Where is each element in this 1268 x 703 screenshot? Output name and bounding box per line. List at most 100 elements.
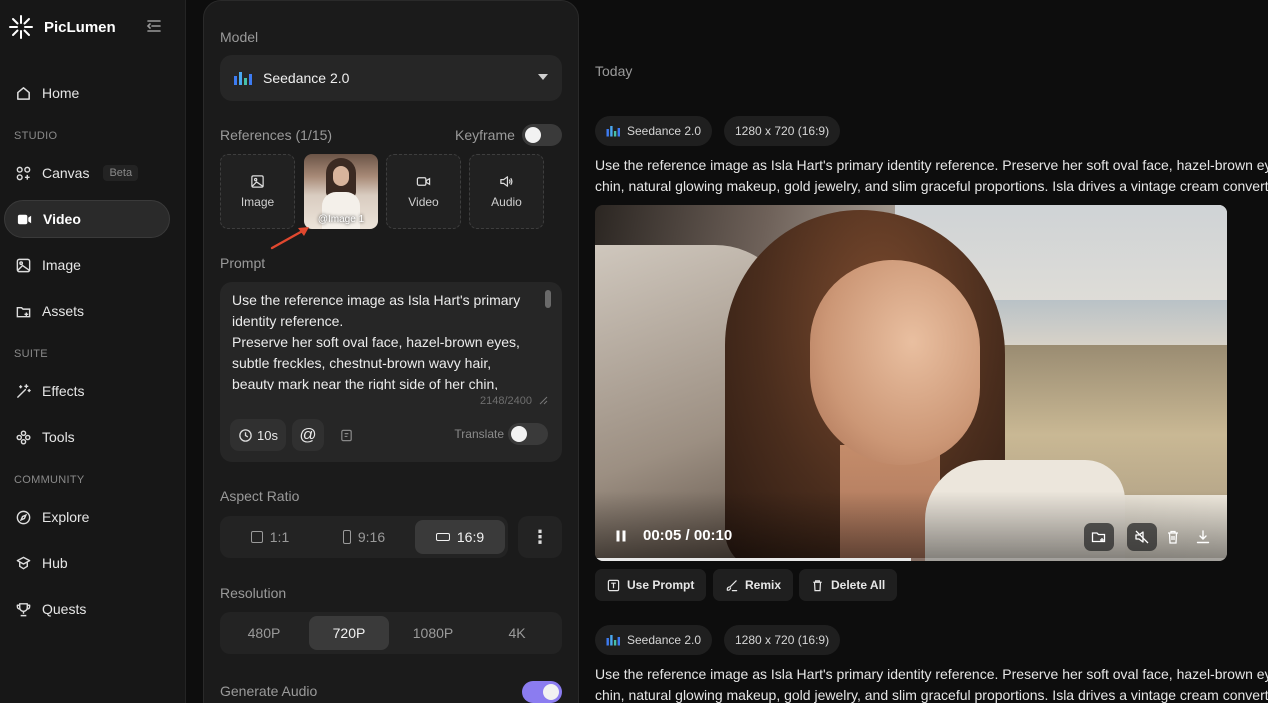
prompt-line: Use the reference image as Isla Hart's p… [595, 157, 1268, 173]
translate-toggle[interactable] [508, 423, 548, 445]
prompt-char-counter: 2148/2400 [480, 395, 532, 407]
toggle-knob [511, 426, 527, 442]
canvas-icon [16, 166, 31, 180]
seedance-logo-icon [234, 72, 252, 85]
tile-label: Audio [491, 195, 522, 209]
more-aspect-options-button[interactable]: ⋮ [518, 516, 562, 558]
trash-icon [1168, 530, 1178, 544]
resolution-option-480p[interactable]: 480P [224, 616, 304, 650]
resolution-option-4k[interactable]: 4K [477, 616, 557, 650]
sidebar-item-assets[interactable]: Assets [4, 292, 170, 330]
section-community: COMMUNITY [14, 474, 85, 486]
sidebar-item-tools[interactable]: Tools [4, 418, 170, 456]
prompt-line: chin, natural glowing makeup, gold jewel… [595, 687, 1268, 703]
sidebar-item-label: Hub [42, 555, 68, 571]
square-icon [250, 531, 263, 543]
trash-icon [813, 579, 822, 591]
brand[interactable]: PicLumen [8, 14, 116, 40]
landscape-icon [435, 533, 450, 541]
toggle-knob [525, 127, 541, 143]
playback-time: 00:05 / 00:10 [643, 527, 733, 544]
sidebar-item-label: Effects [42, 383, 85, 399]
save-to-assets-button[interactable] [1084, 523, 1114, 551]
prompt-enhance-button[interactable] [330, 419, 362, 451]
download-button[interactable] [1188, 523, 1218, 551]
prompt-scrollbar[interactable] [545, 290, 551, 308]
model-select[interactable]: Seedance 2.0 [220, 55, 562, 101]
collapse-sidebar-icon[interactable] [145, 17, 163, 35]
sidebar-item-hub[interactable]: Hub [4, 544, 170, 582]
use-prompt-icon [607, 579, 620, 591]
sidebar-item-home[interactable]: Home [4, 74, 170, 112]
image-icon [251, 175, 264, 188]
prompt-label: Prompt [220, 255, 266, 271]
section-studio: STUDIO [14, 130, 58, 142]
resolution-selector: 480P 720P 1080P 4K [220, 612, 562, 654]
size-tag: 1280 x 720 (16:9) [724, 116, 841, 146]
aspect-option-1-1[interactable]: 1:1 [226, 520, 314, 554]
assets-icon [16, 306, 31, 317]
clock-icon [239, 428, 252, 442]
keyframe-label: Keyframe [455, 127, 515, 143]
duration-value: 10s [257, 427, 278, 443]
delete-button[interactable] [1158, 523, 1188, 551]
pause-icon[interactable] [615, 530, 627, 542]
mute-icon [1135, 530, 1149, 544]
model-value: Seedance 2.0 [263, 70, 350, 86]
sidebar-item-label: Canvas [42, 165, 90, 181]
brand-name: PicLumen [44, 18, 116, 36]
aspect-option-16-9[interactable]: 16:9 [415, 520, 505, 554]
sidebar-item-quests[interactable]: Quests [4, 590, 170, 628]
video-progress-bar[interactable] [595, 558, 1227, 561]
sidebar-item-label: Quests [42, 601, 87, 617]
add-video-reference[interactable]: Video [386, 154, 461, 229]
trophy-icon [16, 602, 31, 616]
sidebar-item-image[interactable]: Image [4, 246, 170, 284]
effects-icon [17, 383, 31, 398]
group-date-label: Today [595, 63, 633, 79]
mute-button[interactable] [1127, 523, 1157, 551]
prompt-input[interactable]: Use the reference image as Isla Hart's p… [232, 290, 532, 390]
sidebar-item-label: Image [42, 257, 81, 273]
sidebar-item-effects[interactable]: Effects [4, 372, 170, 410]
translate-label: Translate [454, 427, 504, 441]
reference-tag: @Image 1 [317, 214, 365, 225]
resize-handle-icon[interactable] [539, 396, 548, 405]
sidebar-item-video[interactable]: Video [4, 200, 170, 238]
video-icon [416, 177, 431, 186]
tile-label: Video [408, 195, 439, 209]
tile-label: Image [240, 195, 275, 209]
prompt-box: Use the reference image as Isla Hart's p… [220, 282, 562, 462]
notepad-icon [340, 429, 352, 441]
add-image-reference[interactable]: Image [220, 154, 295, 229]
use-prompt-button[interactable]: Use Prompt [595, 569, 707, 601]
toggle-knob [543, 684, 559, 700]
sidebar-item-explore[interactable]: Explore [4, 498, 170, 536]
seedance-logo-icon [606, 635, 620, 646]
hub-icon [16, 556, 31, 569]
model-label: Model [220, 29, 259, 45]
duration-button[interactable]: 10s [230, 419, 286, 451]
resolution-option-720p[interactable]: 720P [309, 616, 389, 650]
resolution-label: Resolution [220, 585, 287, 601]
piclumen-logo-icon [9, 15, 33, 39]
delete-all-button[interactable]: Delete All [799, 569, 898, 601]
video-settings-panel: Model Seedance 2.0 References (1/15) Key… [203, 0, 579, 703]
sidebar-item-label: Home [42, 85, 80, 101]
video-player[interactable]: 00:05 / 00:10 [595, 205, 1227, 561]
reference-image-thumbnail[interactable]: @Image 1 [304, 154, 378, 229]
video-progress-fill [595, 558, 911, 561]
download-icon [1196, 530, 1210, 544]
resolution-option-1080p[interactable]: 1080P [393, 616, 473, 650]
generate-audio-toggle[interactable] [522, 681, 562, 703]
sidebar: PicLumen Home STUDIO Canvas Beta Video I… [0, 0, 186, 703]
sidebar-item-canvas[interactable]: Canvas Beta [4, 154, 170, 192]
references-label: References (1/15) [220, 127, 333, 143]
keyframe-toggle[interactable] [522, 124, 562, 146]
prompt-line: chin, natural glowing makeup, gold jewel… [595, 178, 1268, 194]
model-tag: Seedance 2.0 [595, 116, 713, 146]
aspect-option-9-16[interactable]: 9:16 [320, 520, 408, 554]
remix-button[interactable]: Remix [713, 569, 794, 601]
mention-button[interactable]: @ [292, 419, 324, 451]
add-audio-reference[interactable]: Audio [469, 154, 544, 229]
